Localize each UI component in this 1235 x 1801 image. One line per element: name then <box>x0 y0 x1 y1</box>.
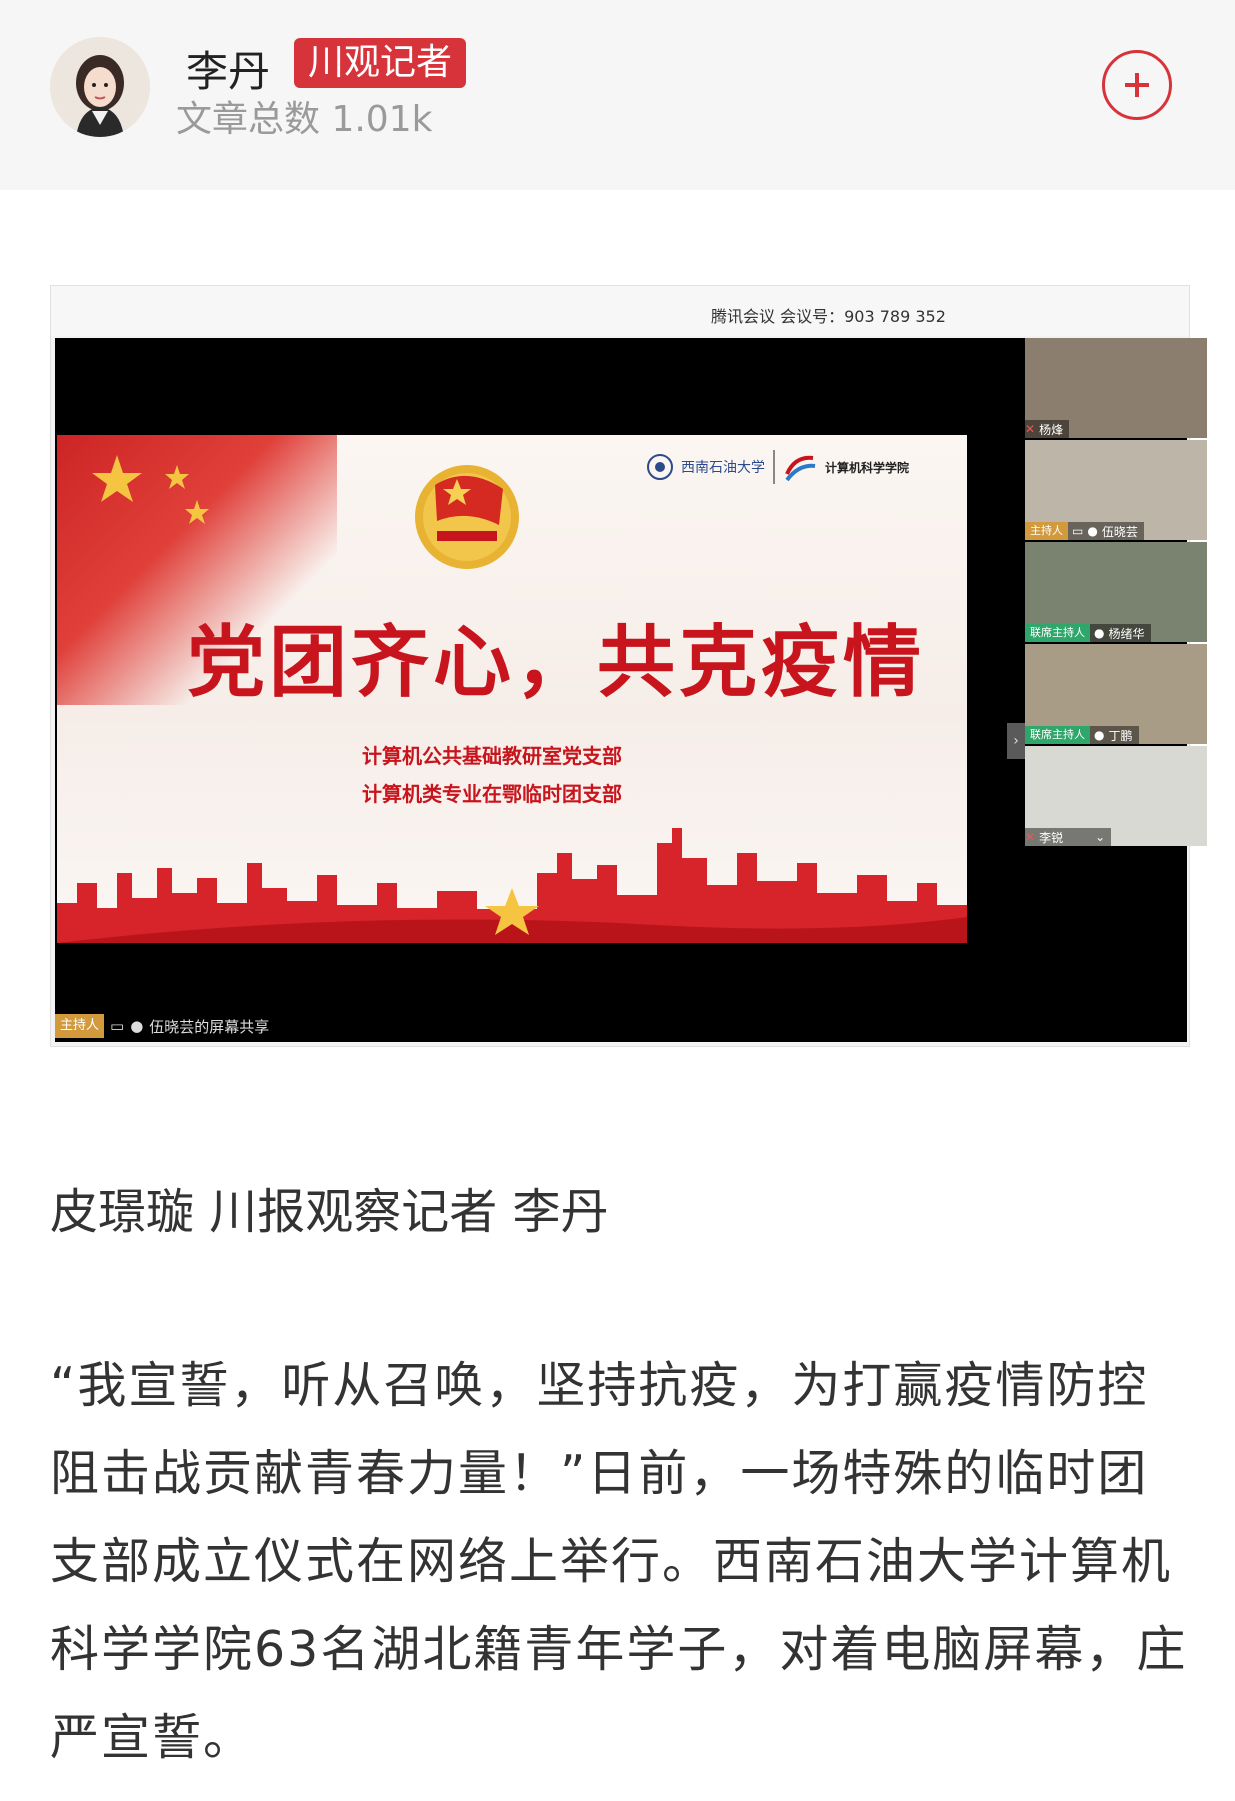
role-tag: 主持人 <box>55 1014 105 1038</box>
screen-share-icon: ▭ <box>110 1017 125 1035</box>
slide-title: 党团齐心，共克疫情 <box>187 617 926 708</box>
mic-icon: ● <box>1094 728 1105 742</box>
logo-divider <box>773 450 775 484</box>
city-skyline-graphic <box>57 828 967 943</box>
mic-icon: ● <box>1094 626 1105 640</box>
stars-graphic <box>92 455 209 524</box>
university-logos: 西南石油大学 计算机科学学院 <box>647 447 957 487</box>
participant-label: 主持人 ▭ ● 伍晓芸 <box>1025 522 1144 540</box>
school-name: 计算机科学学院 <box>825 460 910 475</box>
participant-name: 李锐 <box>1039 830 1064 845</box>
plus-icon <box>1125 73 1149 97</box>
mic-muted-icon: ✕ <box>1025 422 1036 436</box>
mic-muted-icon: ✕ <box>1025 830 1036 844</box>
participant-label: ✕ 杨烽 <box>1025 420 1070 438</box>
participant-name: 杨烽 <box>1039 422 1064 437</box>
participant-name: 伍晓芸 <box>1101 524 1138 539</box>
article-paragraph: “我宣誓，听从召唤，坚持抗疫，为打赢疫情防控阻击战贡献青春力量！”日前，一场特殊… <box>50 1357 1188 1766</box>
article-count: 文章总数 1.01k <box>176 99 433 140</box>
meeting-stage: 西南石油大学 计算机科学学院 党团齐心，共克疫情 计算机公共基础教研室党支部 计… <box>55 338 1207 1042</box>
youth-league-emblem <box>415 465 519 569</box>
author-avatar[interactable] <box>50 37 150 137</box>
slide-subtitle-2: 计算机类专业在鄂临时团支部 <box>362 782 622 806</box>
slide-subtitle-1: 计算机公共基础教研室党支部 <box>362 744 622 768</box>
article-image[interactable]: 腾讯会议 会议号：903 789 352 西南石油大学 计算机科学学院 党团齐心… <box>50 285 1207 1047</box>
participant-tile[interactable]: 联席主持人 ● 丁鹏 <box>1025 644 1207 744</box>
participant-name: 丁鹏 <box>1108 728 1133 743</box>
share-label-text: 伍晓芸的屏幕共享 <box>149 1017 270 1036</box>
mic-icon: ● <box>1087 524 1098 538</box>
role-tag: 联席主持人 <box>1025 624 1090 642</box>
participant-label: 联席主持人 ● 杨绪华 <box>1025 624 1151 642</box>
screen-share-icon: ▭ <box>1072 524 1084 538</box>
participant-tile[interactable]: 主持人 ▭ ● 伍晓芸 <box>1025 440 1207 540</box>
shared-slide: 西南石油大学 计算机科学学院 党团齐心，共克疫情 计算机公共基础教研室党支部 计… <box>57 435 967 943</box>
mic-icon: ● <box>130 1017 144 1035</box>
participant-label: 联席主持人 ● 丁鹏 <box>1025 726 1139 744</box>
role-tag: 主持人 <box>1025 522 1068 540</box>
collapse-panel-arrow[interactable]: › <box>1007 723 1025 759</box>
follow-button[interactable] <box>1102 50 1172 120</box>
participant-label: ✕ 李锐 ⌄ <box>1025 828 1112 846</box>
participant-tile[interactable]: ✕ 李锐 ⌄ <box>1025 746 1207 846</box>
participant-tile[interactable]: 联席主持人 ● 杨绪华 <box>1025 542 1207 642</box>
meeting-id-text: 腾讯会议 会议号：903 789 352 <box>711 307 946 326</box>
journalist-badge: 川观记者 <box>294 38 467 88</box>
school-logo-icon <box>785 455 816 482</box>
meeting-info-bar: 腾讯会议 会议号：903 789 352 <box>51 286 1189 336</box>
chevron-down-icon[interactable]: ⌄ <box>1095 830 1105 844</box>
article-byline: 皮璟璇 川报观察记者 李丹 <box>50 1184 609 1240</box>
participant-name: 杨绪华 <box>1108 626 1145 641</box>
avatar-illustration <box>50 37 150 137</box>
university-name: 西南石油大学 <box>681 460 765 476</box>
participant-tile[interactable]: ✕ 杨烽 <box>1025 338 1207 438</box>
screen-share-indicator: 主持人 ▭ ● 伍晓芸的屏幕共享 <box>55 1014 269 1038</box>
author-header: 李丹 川观记者 文章总数 1.01k <box>0 0 1235 190</box>
university-logo-icon <box>647 454 673 480</box>
role-tag: 联席主持人 <box>1025 726 1090 744</box>
